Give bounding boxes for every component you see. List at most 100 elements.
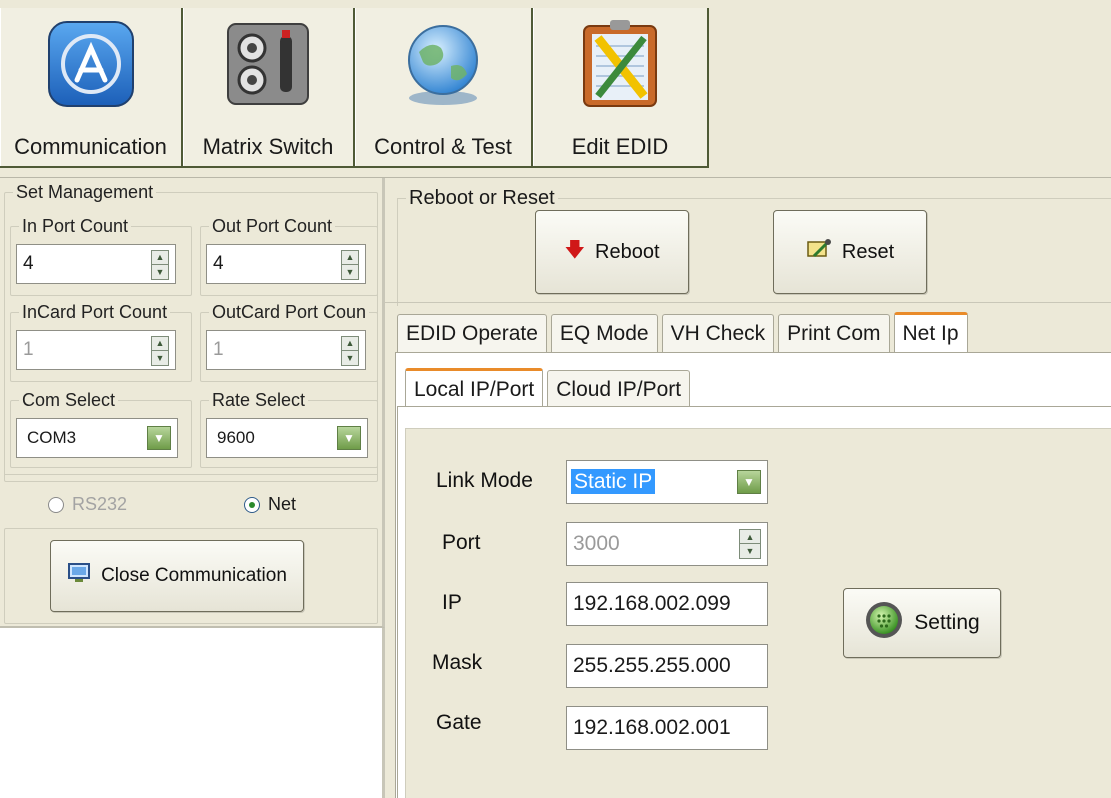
- stepper-arrows[interactable]: ▲ ▼: [151, 336, 169, 366]
- tab-vh-check[interactable]: VH Check: [661, 314, 775, 352]
- arrow-down-icon[interactable]: ▼: [152, 265, 168, 279]
- green-orb-icon: [864, 600, 904, 646]
- reset-label: Reset: [841, 240, 895, 263]
- globe-icon: [408, 25, 478, 105]
- outcard-port-count-label: OutCard Port Coun: [209, 302, 370, 323]
- ip-field[interactable]: 192.168.002.099: [566, 582, 768, 626]
- stepper-arrows[interactable]: ▲ ▼: [151, 250, 169, 280]
- stepper-arrows[interactable]: ▲ ▼: [341, 336, 359, 366]
- reboot-label: Reboot: [595, 240, 660, 263]
- arrow-down-icon[interactable]: ▼: [740, 544, 760, 558]
- com-select-value: COM3: [27, 428, 77, 447]
- device-settings-panel: Reboot or Reset 🡇 Reboot Reset EDID Oper…: [385, 178, 1111, 798]
- tab-local-ip-port[interactable]: Local IP/Port: [405, 368, 544, 408]
- reboot-reset-title: Reboot or Reset: [406, 187, 558, 210]
- stepper-arrows[interactable]: ▲ ▼: [739, 529, 761, 559]
- matrix-switch-label: Matrix Switch: [202, 134, 334, 159]
- tab-cloud-ip-port[interactable]: Cloud IP/Port: [547, 370, 691, 408]
- arrow-down-red-icon: 🡇: [564, 239, 586, 261]
- chevron-down-icon[interactable]: ▼: [737, 470, 761, 494]
- ip-value: 192.168.002.099: [573, 592, 731, 615]
- sub-tab-bar: Local IP/Port Cloud IP/Port: [405, 368, 694, 408]
- out-port-count-label: Out Port Count: [209, 216, 336, 237]
- tab-net-ip[interactable]: Net Ip: [893, 312, 968, 352]
- monitor-icon: [67, 562, 91, 590]
- close-communication-button[interactable]: Close Communication: [50, 540, 304, 612]
- radio-indicator: [48, 496, 64, 513]
- arrow-down-icon[interactable]: ▼: [342, 351, 358, 365]
- setting-label: Setting: [914, 611, 980, 634]
- broom-icon: [806, 238, 832, 266]
- port-stepper[interactable]: 3000 ▲ ▼: [566, 522, 768, 566]
- gate-value: 192.168.002.001: [573, 716, 731, 739]
- main-tab-bar: EDID Operate EQ Mode VH Check Print Com …: [397, 312, 972, 352]
- in-port-count-label: In Port Count: [19, 216, 132, 237]
- set-management-title: Set Management: [13, 182, 157, 203]
- main-toolbar: Communication Matrix Switch Control & Te…: [0, 0, 1111, 178]
- left-empty-area: [0, 628, 385, 798]
- mask-field[interactable]: 255.255.255.000: [566, 644, 768, 688]
- link-mode-value: Static IP: [571, 469, 656, 494]
- clipboard-pencil-icon: [583, 20, 657, 107]
- rate-select-dropdown[interactable]: 9600 ▼: [206, 418, 368, 458]
- tab-edid-operate[interactable]: EDID Operate: [397, 314, 547, 352]
- matrix-switch-button[interactable]: Matrix Switch: [181, 8, 355, 168]
- divider: [385, 302, 1111, 303]
- in-port-count-value: 4: [23, 253, 34, 274]
- arrow-down-icon[interactable]: ▼: [342, 265, 358, 279]
- setting-button[interactable]: Setting: [843, 588, 1001, 658]
- rs232-label: RS232: [72, 494, 128, 514]
- control-test-button[interactable]: Control & Test: [353, 8, 533, 168]
- reboot-button[interactable]: 🡇 Reboot: [535, 210, 689, 294]
- link-mode-dropdown[interactable]: Static IP ▼: [566, 460, 768, 504]
- incard-port-count-stepper[interactable]: 1 ▲ ▼: [16, 330, 176, 370]
- stepper-arrows[interactable]: ▲ ▼: [341, 250, 359, 280]
- outcard-port-count-stepper[interactable]: 1 ▲ ▼: [206, 330, 366, 370]
- gate-label: Gate: [436, 711, 482, 734]
- close-communication-label: Close Communication: [101, 565, 287, 586]
- reboot-reset-group: Reboot or Reset: [397, 187, 1111, 306]
- communication-label: Communication: [14, 134, 167, 159]
- edit-edid-label: Edit EDID: [571, 134, 669, 159]
- rate-select-value: 9600: [217, 428, 255, 447]
- reset-button[interactable]: Reset: [773, 210, 927, 294]
- link-mode-label: Link Mode: [436, 469, 533, 492]
- port-value: 3000: [573, 532, 620, 555]
- com-select-label: Com Select: [19, 390, 119, 411]
- arrow-up-icon[interactable]: ▲: [740, 530, 760, 544]
- chevron-down-icon[interactable]: ▼: [337, 426, 361, 450]
- port-label: Port: [442, 531, 481, 554]
- gate-field[interactable]: 192.168.002.001: [566, 706, 768, 750]
- outcard-port-count-value: 1: [213, 339, 224, 360]
- edit-edid-button[interactable]: Edit EDID: [531, 8, 709, 168]
- switch-panel-icon: [227, 23, 309, 105]
- out-port-count-stepper[interactable]: 4 ▲ ▼: [206, 244, 366, 284]
- arrow-down-icon[interactable]: ▼: [152, 351, 168, 365]
- net-label: Net: [268, 494, 297, 514]
- arrow-up-icon[interactable]: ▲: [152, 251, 168, 265]
- arrow-up-icon[interactable]: ▲: [342, 337, 358, 351]
- control-test-label: Control & Test: [374, 134, 512, 159]
- link-mode-selected-text: Static IP: [571, 469, 656, 494]
- rs232-radio[interactable]: RS232: [48, 494, 127, 515]
- mask-label: Mask: [432, 651, 483, 674]
- in-port-count-stepper[interactable]: 4 ▲ ▼: [16, 244, 176, 284]
- arrow-up-icon[interactable]: ▲: [342, 251, 358, 265]
- chevron-down-icon[interactable]: ▼: [147, 426, 171, 450]
- communication-button[interactable]: Communication: [0, 8, 183, 168]
- net-radio[interactable]: Net: [244, 494, 296, 515]
- rate-select-label: Rate Select: [209, 390, 309, 411]
- tab-print-com[interactable]: Print Com: [778, 314, 890, 352]
- app-store-icon: [47, 21, 134, 107]
- incard-port-count-label: InCard Port Count: [19, 302, 171, 323]
- mask-value: 255.255.255.000: [573, 654, 731, 677]
- divider: [4, 474, 378, 476]
- out-port-count-value: 4: [213, 253, 224, 274]
- ip-label: IP: [442, 591, 462, 614]
- arrow-up-icon[interactable]: ▲: [152, 337, 168, 351]
- communication-settings-panel: Set Management In Port Count 4 ▲ ▼ Out Po…: [0, 178, 385, 628]
- incard-port-count-value: 1: [23, 339, 34, 360]
- tab-eq-mode[interactable]: EQ Mode: [550, 314, 658, 352]
- com-select-dropdown[interactable]: COM3 ▼: [16, 418, 178, 458]
- radio-indicator: [244, 496, 260, 513]
